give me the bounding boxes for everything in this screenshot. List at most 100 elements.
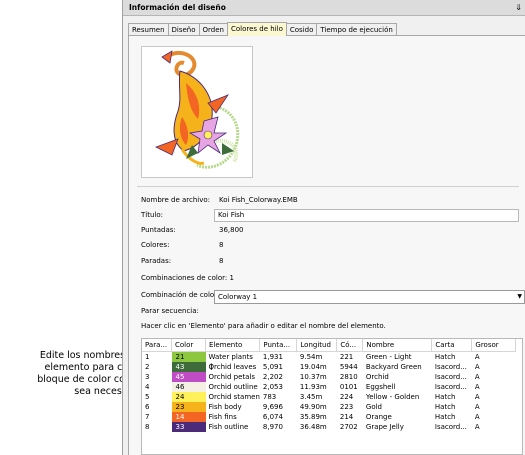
cell-name: Green - Light [365,353,412,361]
cell-length: 36.48m [299,423,327,431]
cell-stop: 1 [145,353,150,361]
column-header-element[interactable]: Elemento [205,339,261,352]
color-table: Para... Color Elemento Punta... Longitud… [142,339,517,432]
table-row[interactable]: 2 43 Orchid leaves 5,091 19.04m 5944 Backyard … [142,362,516,372]
stops-value: 8 [219,257,224,265]
cell-length: 3.45m [299,393,323,401]
cell-stitches: 2,202 [262,373,283,381]
table-row[interactable]: 3 45 Orchid petals 2,202 10.37m 2810 Orchid Isa… [142,372,516,382]
color-swatch: 45 [171,372,206,382]
hint-text: Hacer clic en 'Elemento' para añadir o e… [141,322,386,330]
color-swatch: 24 [171,392,206,402]
cell-chart: Hatch [434,353,456,361]
cell-weight: A [474,353,480,361]
color-swatch: 21 [171,351,206,362]
panel-title: Información del diseño [129,3,226,12]
color-swatch: 43 [171,362,206,372]
cell-element[interactable]: Water plants [206,352,260,363]
tab-colores-de-hilo[interactable]: Colores de hilo [226,22,287,36]
table-row[interactable]: 1 21 Water plants 1,931 9.54m 221 Green - Ligh… [142,351,516,363]
colors-label: Colores: [141,241,170,249]
cell-name: Backyard Green [365,363,422,371]
text-cursor-icon: I [210,363,213,373]
cell-stop: 6 [145,403,150,411]
cell-element[interactable]: Fish outline [206,422,260,432]
column-header-stop[interactable]: Para... [142,339,172,352]
stitches-value: 36,800 [219,226,244,234]
color-swatch: 14 [171,412,206,422]
cell-name: Orange [365,413,392,421]
cell-stitches: 1,931 [262,353,283,361]
column-header-length[interactable]: Longitud [296,339,338,352]
filename-value: Koi Fish_Colorway.EMB [219,196,298,204]
column-header-color[interactable]: Color [171,339,206,352]
cell-element[interactable]: Fish body [206,402,260,412]
table-row[interactable]: 8 33 Fish outline 8,970 36.48m 2702 Grape Jell… [142,422,516,432]
cell-chart: Isacord... [434,363,467,371]
cell-name: Orchid [365,373,389,381]
column-header-stitches[interactable]: Punta... [259,339,298,352]
koi-fish-embroidery-image [154,50,240,169]
colorways-value: 1 [229,274,234,282]
tab-content: Nombre de archivo: Koi Fish_Colorway.EMB… [128,35,525,455]
table-row[interactable]: 4 46 Orchid outline 2,053 11.93m 0101 Eggshell… [142,382,516,392]
cell-element[interactable]: Orchid leaves [206,362,260,372]
title-label: Título: [141,211,163,219]
colorways-label: Combinaciones de color: 1 [141,274,234,282]
column-header-weight[interactable]: Grosor [471,339,517,352]
cell-code: 214 [339,413,354,421]
cell-code: 224 [339,393,354,401]
cell-weight: A [474,393,480,401]
callout-text: Edite los nombres de elemento para cada … [2,350,140,398]
cell-stitches: 6,074 [262,413,283,421]
callout-line-1: Edite los nombres de [39,350,140,361]
title-input[interactable]: Koi Fish [214,209,519,222]
cell-chart: Isacord... [434,373,467,381]
cell-weight: A [474,373,480,381]
table-row[interactable]: 6 23 Fish body 9,696 49.90m 223 Gold Hatch A [142,402,516,412]
cell-element[interactable]: Orchid petals [206,372,260,382]
column-header-code[interactable]: Có... [336,339,364,352]
cell-stitches: 2,053 [262,383,283,391]
color-swatch: 33 [171,422,206,432]
colorways-label-text: Combinaciones de color: [141,274,228,282]
colorway-select[interactable]: Colorway 1 ▼ [214,290,525,304]
cell-element[interactable]: Orchid stamen [206,392,260,402]
color-swatch: 23 [171,402,206,412]
cell-length: 19.04m [299,363,327,371]
cell-name: Yellow - Golden [365,393,420,401]
colors-value: 8 [219,241,224,249]
callout-line-4: sea necesario [74,386,140,397]
sequence-label: Parar secuencia: [141,307,199,315]
cell-name: Grape Jelly [365,423,404,431]
cell-length: 9.54m [299,353,323,361]
table-row[interactable]: 5 24 Orchid stamen 783 3.45m 224 Yellow - Gold… [142,392,516,402]
table-row[interactable]: 7 14 Fish fins 6,074 35.89m 214 Orange Hatch A [142,412,516,422]
cell-weight: A [474,423,480,431]
cell-code: 221 [339,353,354,361]
column-header-chart[interactable]: Carta [431,339,473,352]
cell-element[interactable]: Fish fins [206,412,260,422]
filename-label: Nombre de archivo: [141,196,211,204]
cell-element[interactable]: Orchid outline [206,382,260,392]
colorway-select-value: Colorway 1 [218,293,258,301]
cell-stop: 7 [145,413,150,421]
chevron-down-icon[interactable]: ▼ [517,291,522,303]
cell-stop: 2 [145,363,150,371]
cell-name: Gold [365,403,382,411]
cell-code: 223 [339,403,354,411]
cell-chart: Hatch [434,403,456,411]
cell-stop: 5 [145,393,150,401]
color-swatch: 46 [171,382,206,392]
stitches-label: Puntadas: [141,226,176,234]
cell-weight: A [474,413,480,421]
cell-stitches: 5,091 [262,363,283,371]
thread-colors-table: Para... Color Elemento Punta... Longitud… [141,338,523,455]
cell-length: 10.37m [299,373,327,381]
column-header-name[interactable]: Nombre [362,339,433,352]
cell-stitches: 783 [262,393,277,401]
cell-code: 2810 [339,373,358,381]
pin-icon[interactable]: ⇓ [515,0,522,15]
colorway-label: Combinación de color: [141,291,220,299]
cell-code: 2702 [339,423,358,431]
